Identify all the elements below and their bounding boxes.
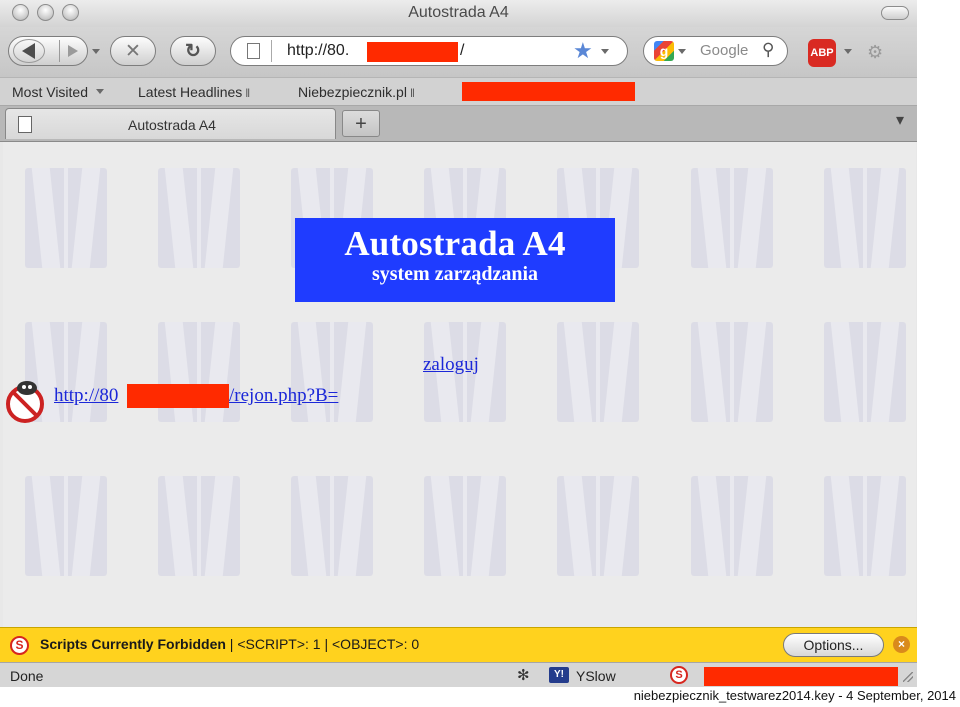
abp-dropdown-icon[interactable] xyxy=(844,49,852,54)
motorway-tile xyxy=(824,476,906,576)
browser-window: Autostrada A4 ✕ ↻ http://80. / ★ g Googl… xyxy=(0,0,917,687)
motorway-tile xyxy=(824,168,906,268)
bookmark-redaction xyxy=(462,82,635,101)
status-bar: Done ✻ Y! YSlow S xyxy=(0,662,917,687)
url-bar[interactable]: http://80. / ★ xyxy=(230,36,628,66)
motorway-tile xyxy=(291,476,373,576)
resize-grip-icon[interactable] xyxy=(903,672,913,682)
separator xyxy=(271,40,272,62)
slide-footer: niebezpiecznik_testwarez2014.key - 4 Sep… xyxy=(633,688,956,703)
motorway-tile xyxy=(291,322,373,422)
window-title: Autostrada A4 xyxy=(408,4,509,21)
rss-icon: ǁ xyxy=(409,86,415,100)
tab-list-icon[interactable]: ▾ xyxy=(885,110,915,137)
site-banner: Autostrada A4 system zarządzania xyxy=(295,218,615,302)
back-arrow-icon xyxy=(22,43,35,59)
chevron-down-icon xyxy=(95,89,104,94)
stop-button[interactable]: ✕ xyxy=(110,36,156,66)
url-link-suffix[interactable]: /rejon.php?B= xyxy=(229,385,338,407)
page-content: Autostrada A4 system zarządzania zaloguj… xyxy=(3,142,916,627)
bookmark-most-visited[interactable]: Most Visited xyxy=(12,84,104,100)
page-icon xyxy=(18,116,32,133)
noscript-notification-bar: S Scripts Currently Forbidden | <SCRIPT>… xyxy=(0,627,917,662)
url-redaction xyxy=(367,42,458,62)
login-link[interactable]: zaloguj xyxy=(423,354,479,376)
bookmark-latest-headlines[interactable]: Latest Headlines ǁ xyxy=(138,84,250,100)
motorway-tile xyxy=(424,476,506,576)
motorway-tile xyxy=(691,476,773,576)
search-placeholder: Google xyxy=(700,42,749,59)
forward-button[interactable] xyxy=(68,45,78,57)
url-link-prefix[interactable]: http://80 xyxy=(54,385,118,407)
url-dropdown-icon[interactable] xyxy=(601,49,609,54)
noscript-message-bold: Scripts Currently Forbidden xyxy=(40,636,226,652)
bookmark-label: Niebezpiecznik.pl xyxy=(298,84,407,100)
bookmarks-bar: Most Visited Latest Headlines ǁ Niebezpie… xyxy=(0,77,917,106)
close-icon[interactable]: × xyxy=(893,636,910,653)
new-tab-button[interactable]: + xyxy=(342,110,380,137)
firebug-icon[interactable]: ✻ xyxy=(517,666,530,684)
tab-autostrada[interactable]: Autostrada A4 xyxy=(5,108,336,139)
motorway-tile xyxy=(158,476,240,576)
bookmark-star-icon[interactable]: ★ xyxy=(573,38,593,64)
reload-icon: ↻ xyxy=(185,40,201,62)
url-link-redaction xyxy=(127,384,229,408)
options-button[interactable]: Options... xyxy=(783,633,884,657)
gears-icon[interactable]: ⚙ xyxy=(867,42,883,63)
noscript-blocked-icon[interactable] xyxy=(5,379,45,423)
history-dropdown-icon[interactable] xyxy=(92,49,100,54)
motorway-tile xyxy=(691,168,773,268)
separator xyxy=(59,40,60,62)
noscript-icon: S xyxy=(10,636,29,655)
noscript-message: Scripts Currently Forbidden | <SCRIPT>: … xyxy=(40,636,419,652)
toolbar-toggle-button[interactable] xyxy=(881,6,909,20)
bookmark-label: Latest Headlines xyxy=(138,84,243,100)
status-text: Done xyxy=(10,668,44,684)
rss-icon: ǁ xyxy=(245,86,251,100)
motorway-tile xyxy=(158,168,240,268)
motorway-tile xyxy=(824,322,906,422)
bookmark-label: Most Visited xyxy=(12,84,88,100)
search-engine-dropdown-icon[interactable] xyxy=(678,49,686,54)
tab-label: Autostrada A4 xyxy=(128,117,216,133)
reload-button[interactable]: ↻ xyxy=(170,36,216,66)
url-text-prefix: http://80. xyxy=(287,42,350,59)
motorway-tile xyxy=(25,168,107,268)
google-engine-icon[interactable]: g xyxy=(654,41,674,61)
stop-x-icon: ✕ xyxy=(125,40,141,62)
motorway-tile xyxy=(557,476,639,576)
bookmark-niebezpiecznik[interactable]: Niebezpiecznik.pl ǁ xyxy=(298,84,415,100)
banner-subtitle: system zarządzania xyxy=(371,263,539,285)
search-icon[interactable]: ⚲ xyxy=(762,40,774,60)
motorway-tile xyxy=(25,476,107,576)
noscript-status-icon[interactable]: S xyxy=(670,666,688,684)
url-text-suffix: / xyxy=(460,42,465,59)
yslow-label[interactable]: YSlow xyxy=(576,668,616,684)
noscript-message-rest: | <SCRIPT>: 1 | <OBJECT>: 0 xyxy=(225,636,420,652)
page-icon xyxy=(247,43,260,59)
title-bar: Autostrada A4 xyxy=(0,0,917,27)
adblock-plus-icon[interactable]: ABP xyxy=(808,39,836,67)
back-forward-group xyxy=(8,36,88,66)
motorway-tile xyxy=(557,322,639,422)
search-box[interactable]: g Google ⚲ xyxy=(643,36,788,66)
navigation-toolbar: ✕ ↻ http://80. / ★ g Google ⚲ ABP ⚙ xyxy=(0,27,917,77)
motorway-tile xyxy=(691,322,773,422)
abp-label: ABP xyxy=(810,47,834,59)
banner-title: Autostrada A4 xyxy=(344,224,566,263)
status-redaction xyxy=(704,667,898,686)
tab-bar: Autostrada A4 + ▾ xyxy=(0,106,917,142)
yslow-icon[interactable]: Y! xyxy=(549,667,569,683)
